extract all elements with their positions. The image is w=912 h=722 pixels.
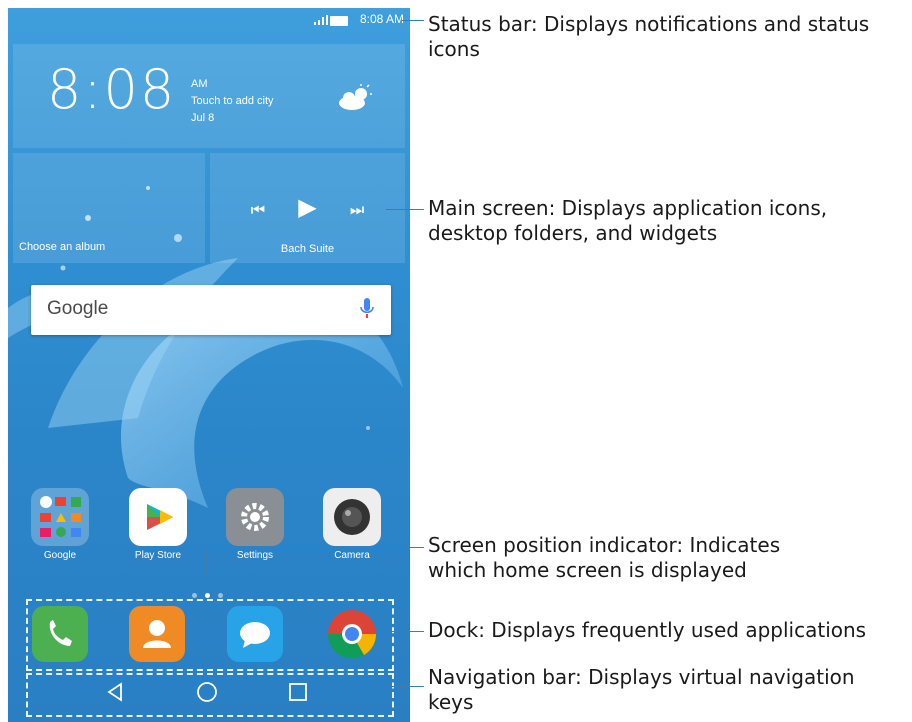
album-widget[interactable]: Choose an album — [13, 153, 205, 263]
camera-lens-icon — [323, 488, 381, 546]
app-label: Camera — [334, 550, 370, 561]
music-controls: ⏮ ▶ ⏭ — [210, 193, 405, 221]
leader-line-status — [402, 20, 424, 21]
google-logo: Google — [47, 298, 108, 320]
play-icon[interactable]: ▶ — [298, 193, 316, 221]
callout-indicator: Screen position indicator: Indicates whi… — [428, 533, 781, 582]
home-icon[interactable] — [196, 681, 218, 707]
page-dot — [218, 593, 223, 598]
add-city-link[interactable]: Touch to add city — [191, 93, 274, 110]
callout-nav-bar: Navigation bar: Displays virtual navigat… — [428, 665, 855, 714]
leader-line-nav — [392, 686, 424, 687]
app-label: Settings — [236, 550, 274, 561]
app-play-store[interactable]: Play Store — [118, 488, 198, 561]
clock-time: 8:08 — [47, 58, 177, 121]
clock-date: Jul 8 — [191, 112, 215, 124]
app-google-folder[interactable]: Google — [20, 488, 100, 561]
music-widget: ⏮ ▶ ⏭ Bach Suite — [210, 153, 405, 263]
music-title: Bach Suite — [280, 243, 335, 255]
callout-dock: Dock: Displays frequently used applicati… — [428, 618, 867, 642]
leader-line-dock — [392, 631, 424, 632]
app-camera[interactable]: Camera — [312, 488, 392, 561]
callout-main-screen: Main screen: Displays application icons,… — [428, 196, 828, 245]
previous-track-icon[interactable]: ⏮ — [251, 200, 265, 220]
settings-gear-icon — [226, 488, 284, 546]
next-track-icon[interactable]: ⏭ — [350, 200, 364, 220]
callout-status-bar: Status bar: Displays notifications and s… — [428, 12, 870, 61]
leader-line-indicator-vertical — [206, 547, 207, 577]
status-bar: 8:08 AM — [8, 8, 410, 32]
google-search-bar[interactable]: Google — [31, 285, 391, 335]
app-settings[interactable]: Settings — [215, 488, 295, 561]
signal-icon — [314, 15, 328, 25]
status-time: 8:08 AM — [359, 12, 404, 26]
leader-line-main — [386, 209, 424, 210]
phone-screen: 8:08 AM 8:08 AM Touch to add city Jul 8 … — [8, 8, 410, 722]
app-label: Play Store — [134, 550, 182, 561]
recent-apps-icon[interactable] — [287, 681, 309, 707]
album-label: Choose an album — [19, 241, 106, 253]
battery-icon — [330, 16, 348, 26]
google-logo-text: Google — [47, 298, 109, 319]
phone-icon[interactable] — [32, 606, 88, 662]
clock-ampm: AM — [191, 78, 208, 90]
contacts-icon[interactable] — [129, 606, 185, 662]
page-dot-active — [205, 593, 210, 598]
page-dot — [192, 593, 197, 598]
play-store-icon — [129, 488, 187, 546]
clock-info: AM Touch to add city Jul 8 — [191, 76, 274, 127]
microphone-icon[interactable] — [360, 298, 374, 322]
leader-line-indicator — [206, 547, 424, 548]
clock-weather-widget[interactable]: 8:08 AM Touch to add city Jul 8 — [13, 44, 405, 148]
chrome-icon[interactable] — [324, 606, 380, 662]
app-label: Google — [43, 550, 77, 561]
partly-cloudy-icon — [339, 84, 372, 110]
google-folder-icon — [31, 488, 89, 546]
back-icon[interactable] — [104, 681, 126, 707]
messages-icon[interactable] — [227, 606, 283, 662]
